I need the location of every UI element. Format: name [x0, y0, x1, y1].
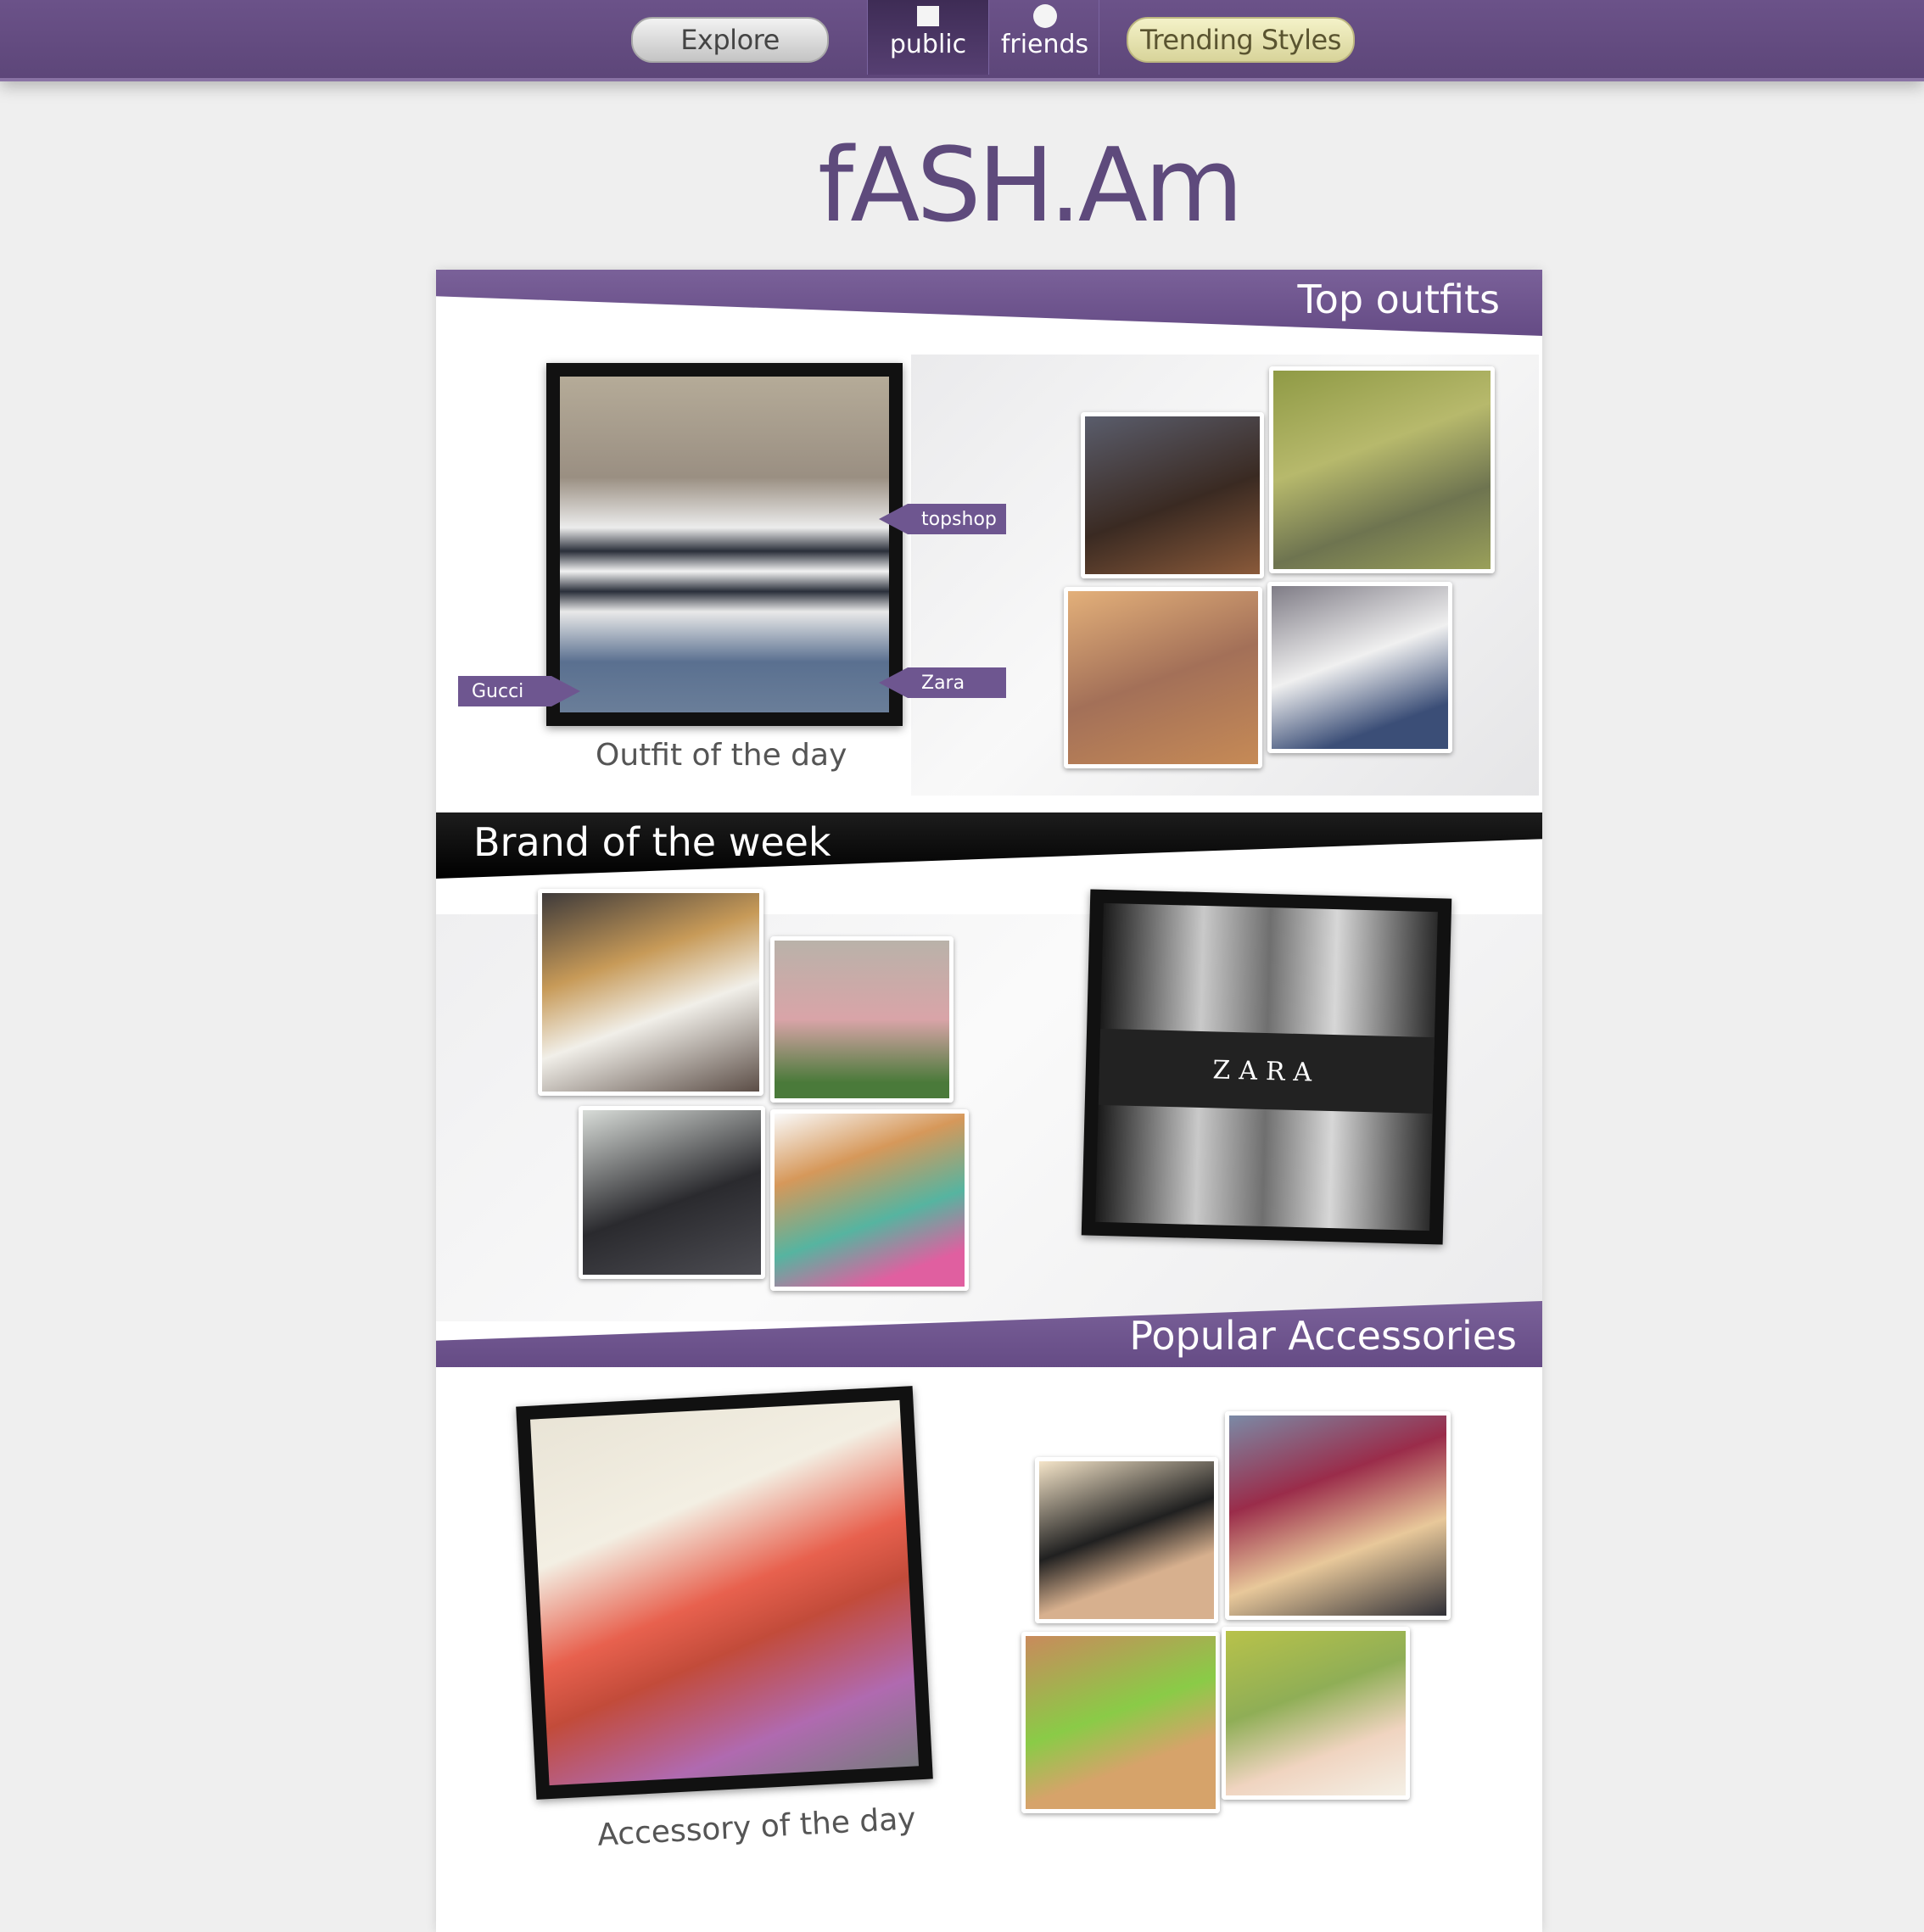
brand-tag-topshop[interactable]: topshop	[879, 504, 1006, 534]
main-panel: Top outfits topshop Gucci Zara Outfit of…	[436, 270, 1542, 1932]
outfit-of-the-day-photo[interactable]	[546, 363, 903, 726]
brand-logo-banner: ZARA	[1098, 1028, 1435, 1114]
site-logo[interactable]: fASH.Am	[818, 136, 1244, 237]
explore-button[interactable]: Explore	[631, 17, 829, 63]
brand-tag-zara[interactable]: Zara	[879, 667, 1006, 698]
outfit-thumbnail[interactable]	[1081, 412, 1264, 578]
section-title: Brand of the week	[473, 819, 831, 865]
accessory-thumbnail[interactable]	[1222, 1627, 1410, 1800]
brand-tag-gucci[interactable]: Gucci	[458, 676, 580, 706]
outfit-thumbnail[interactable]	[1269, 366, 1495, 573]
explore-label: Explore	[680, 24, 780, 56]
section-title: Top outfits	[1297, 276, 1500, 322]
accessory-caption: Accessory of the day	[596, 1801, 917, 1853]
accessory-thumbnail[interactable]	[1021, 1632, 1220, 1813]
outfit-thumbnail[interactable]	[1267, 582, 1452, 753]
accessory-thumbnail[interactable]	[1225, 1411, 1451, 1620]
tab-friends[interactable]: friends	[991, 0, 1099, 75]
brand-thumbnail[interactable]	[770, 1109, 969, 1291]
circle-icon	[1032, 4, 1057, 28]
brand-thumbnail[interactable]	[579, 1106, 765, 1279]
trending-styles-label: Trending Styles	[1140, 24, 1341, 56]
outfit-caption: Outfit of the day	[596, 738, 847, 773]
section-title: Popular Accessories	[1129, 1313, 1517, 1359]
trending-styles-button[interactable]: Trending Styles	[1127, 17, 1355, 63]
top-nav-bar: Explore public friends Trending Styles	[0, 0, 1924, 81]
brand-thumbnail[interactable]	[770, 936, 954, 1103]
brand-thumbnail[interactable]	[538, 889, 763, 1096]
accessory-of-the-day-photo[interactable]	[516, 1386, 933, 1800]
tab-public[interactable]: public	[867, 0, 989, 75]
square-icon	[917, 6, 939, 26]
brand-of-week-header: Brand of the week	[436, 812, 1542, 879]
top-outfits-header: Top outfits	[436, 270, 1542, 336]
outfit-thumbnail[interactable]	[1064, 587, 1262, 768]
brand-logo: ZARA	[1212, 1054, 1321, 1088]
tab-public-label: public	[889, 30, 967, 59]
accessory-thumbnail[interactable]	[1035, 1457, 1218, 1623]
tab-friends-label: friends	[1000, 30, 1089, 59]
brand-feature-photo[interactable]: ZARA	[1081, 889, 1452, 1245]
